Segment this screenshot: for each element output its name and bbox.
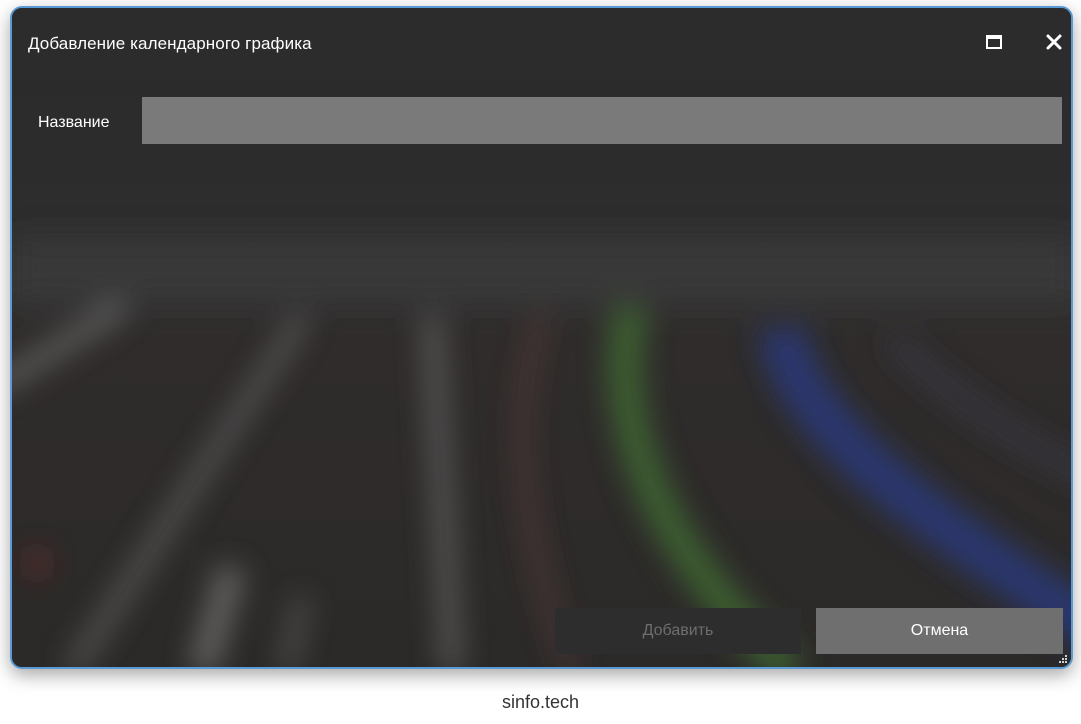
add-calendar-schedule-dialog: Добавление календарного графика Название…	[10, 6, 1073, 669]
cancel-button[interactable]: Отмена	[816, 608, 1063, 654]
close-button[interactable]	[1042, 30, 1066, 54]
watermark: sinfo.tech	[501, 692, 580, 712]
resize-grip-icon[interactable]	[1058, 654, 1068, 664]
maximize-icon	[986, 35, 1002, 49]
maximize-button[interactable]	[982, 30, 1006, 54]
add-button[interactable]: Добавить	[555, 608, 801, 654]
close-icon	[1046, 34, 1062, 50]
name-input[interactable]	[142, 97, 1062, 144]
dialog-title: Добавление календарного графика	[28, 34, 312, 53]
title-bar: Добавление календарного графика	[12, 8, 1071, 78]
name-label: Название	[38, 114, 110, 131]
